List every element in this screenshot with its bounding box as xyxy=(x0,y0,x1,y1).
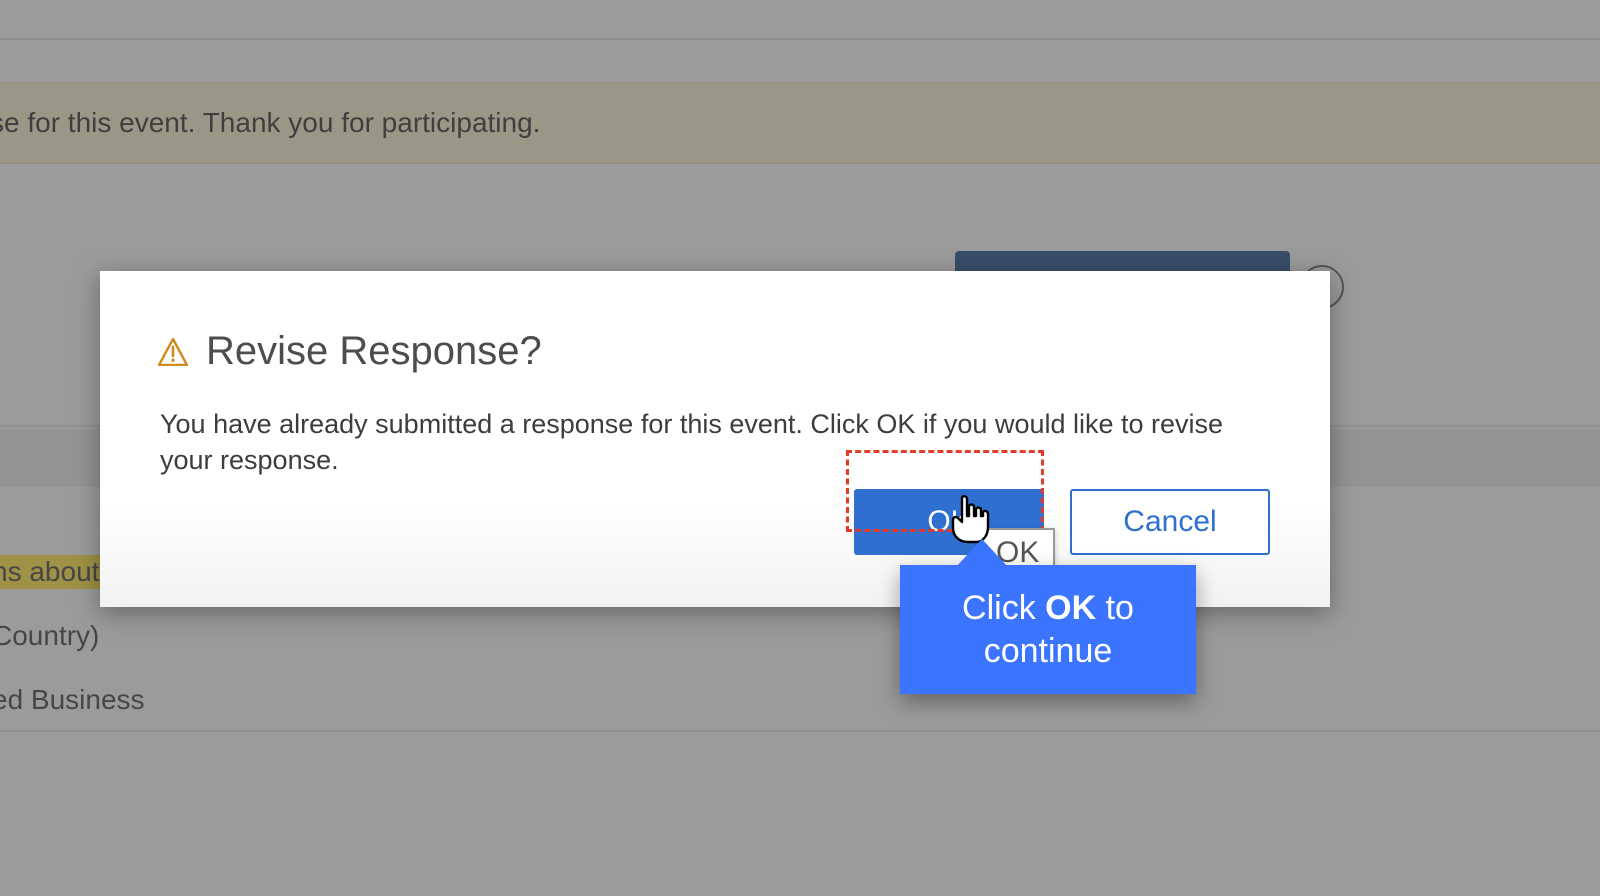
dialog-title: Revise Response? xyxy=(206,329,542,374)
ok-button-label: OK xyxy=(927,505,970,539)
dialog-body-text: You have already submitted a response fo… xyxy=(100,374,1330,479)
callout-text-pre: Click xyxy=(962,589,1045,627)
callout-arrow-icon xyxy=(956,539,1008,567)
cancel-button-label: Cancel xyxy=(1123,505,1216,539)
warning-icon xyxy=(158,338,188,366)
tutorial-callout: Click OK to continue xyxy=(900,565,1196,694)
revise-response-dialog: Revise Response? You have already submit… xyxy=(100,271,1330,607)
callout-text-bold: OK xyxy=(1045,589,1096,627)
dialog-footer: OK Cancel xyxy=(854,489,1270,555)
dialog-header: Revise Response? xyxy=(100,271,1330,374)
cancel-button[interactable]: Cancel xyxy=(1070,489,1270,555)
